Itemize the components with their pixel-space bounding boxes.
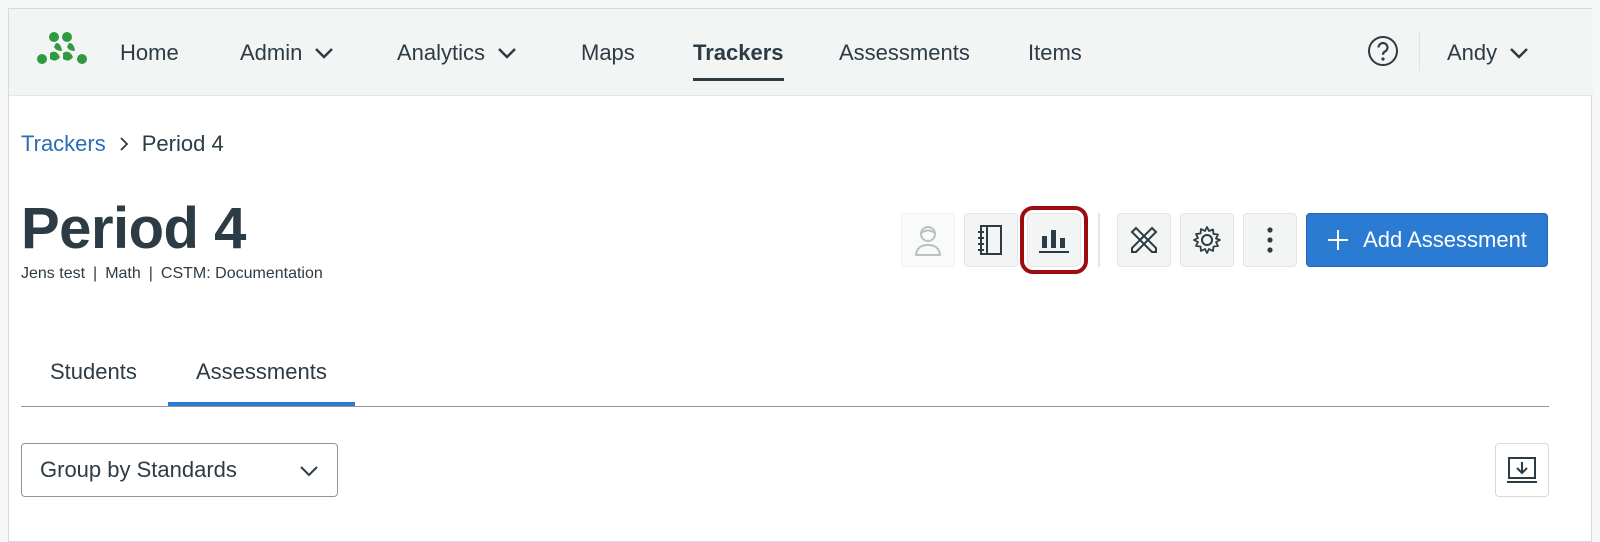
notebook-icon <box>978 225 1002 255</box>
nav-home-label: Home <box>120 40 179 65</box>
nav-analytics[interactable]: Analytics <box>397 35 517 71</box>
tabs-divider <box>21 406 1549 407</box>
gear-icon <box>1193 226 1221 254</box>
nav-items-label: Items <box>1028 40 1082 65</box>
user-menu[interactable]: Andy <box>1447 35 1529 71</box>
bar-chart-icon <box>1039 230 1069 253</box>
tracker-meta: Jens test | Math | CSTM: Documentation <box>21 265 323 283</box>
app-frame: Home Admin Analytics Maps Trackers Asses… <box>8 8 1593 542</box>
add-assessment-label: Add Assessment <box>1363 227 1527 252</box>
toolbar-divider <box>1098 213 1100 267</box>
page-title: Period 4 <box>21 196 246 261</box>
active-tab-indicator <box>168 402 355 406</box>
help-icon[interactable] <box>1367 35 1399 67</box>
nav-trackers[interactable]: Trackers <box>693 35 784 81</box>
breadcrumb-trackers-link[interactable]: Trackers <box>21 131 106 157</box>
meta-curriculum: CSTM: Documentation <box>160 265 323 282</box>
nav-trackers-label: Trackers <box>693 40 784 65</box>
tab-students[interactable]: Students <box>50 359 137 385</box>
nav-assessments-label: Assessments <box>839 40 970 65</box>
chevron-down-icon <box>498 48 516 59</box>
top-nav: Home Admin Analytics Maps Trackers Asses… <box>9 9 1593 96</box>
notebook-button[interactable] <box>964 213 1018 267</box>
nav-maps-label: Maps <box>581 40 635 65</box>
plus-icon <box>1328 230 1349 250</box>
nav-admin[interactable]: Admin <box>240 35 334 71</box>
student-icon <box>914 226 942 256</box>
chevron-down-icon <box>1510 48 1529 59</box>
more-options-button[interactable] <box>1243 213 1297 267</box>
nav-admin-label: Admin <box>240 40 303 65</box>
group-by-value: Group by Standards <box>40 457 237 482</box>
tab-assessments[interactable]: Assessments <box>196 359 327 385</box>
nav-items[interactable]: Items <box>1028 35 1082 71</box>
meta-subject: Math <box>105 265 141 282</box>
chevron-down-icon <box>300 466 318 477</box>
settings-button[interactable] <box>1180 213 1234 267</box>
nav-home[interactable]: Home <box>120 35 179 71</box>
chevron-down-icon <box>315 48 334 59</box>
breadcrumb-current: Period 4 <box>141 131 224 156</box>
chevron-right-icon <box>120 137 129 151</box>
nav-maps[interactable]: Maps <box>581 35 635 71</box>
student-view-button[interactable] <box>901 213 955 267</box>
breadcrumb: Trackers Period 4 <box>21 131 224 157</box>
download-icon <box>1507 457 1537 483</box>
group-by-select[interactable]: Group by Standards <box>21 443 338 497</box>
mastery-logo-icon[interactable] <box>34 29 90 69</box>
meta-separator: | <box>148 265 153 282</box>
meta-teacher: Jens test <box>21 265 86 282</box>
tools-icon <box>1130 226 1158 253</box>
nav-assessments[interactable]: Assessments <box>839 35 970 71</box>
tools-button[interactable] <box>1117 213 1171 267</box>
meta-separator: | <box>93 265 98 282</box>
user-name: Andy <box>1447 40 1498 65</box>
analytics-chart-button[interactable] <box>1020 206 1088 274</box>
nav-divider <box>1419 31 1420 71</box>
nav-analytics-label: Analytics <box>397 40 486 65</box>
more-vertical-icon <box>1267 227 1273 253</box>
add-assessment-button[interactable]: Add Assessment <box>1306 213 1548 267</box>
download-button[interactable] <box>1495 443 1549 497</box>
